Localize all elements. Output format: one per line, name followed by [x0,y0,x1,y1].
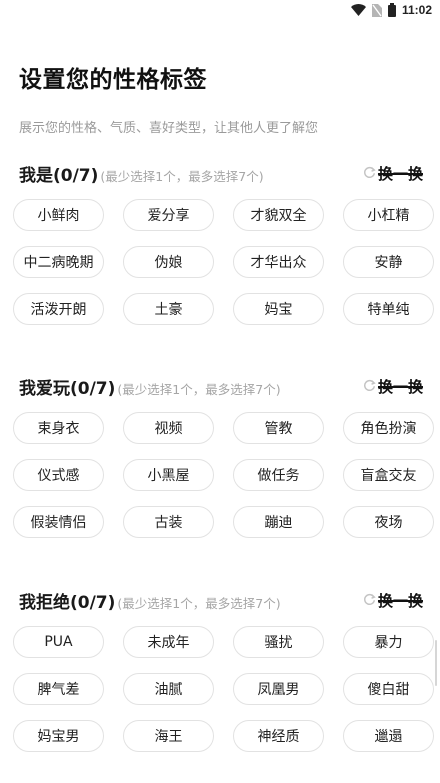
section-i-reject: 我拒绝(0/7) (最少选择1个，最多选择7个) 换一换 PUA 未成年 骚扰 暴… [0,584,440,752]
page-title: 设置您的性格标签 [19,67,207,93]
section-title-text: 我是(0/7) [19,166,99,186]
section-title: 我是(0/7) (最少选择1个，最多选择7个) [19,161,264,186]
tag-chip[interactable]: 暴力 [343,626,434,658]
tag-chip[interactable]: 凤凰男 [233,673,324,705]
refresh-button[interactable]: 换一换 [363,590,423,611]
section-i-am: 我是(0/7) (最少选择1个，最多选择7个) 换一换 小鲜肉 爱分享 才貌双全 … [0,157,440,325]
refresh-button[interactable]: 换一换 [363,376,423,397]
section-hint: (最少选择1个，最多选择7个) [100,169,264,184]
tag-chip[interactable]: 脾气差 [13,673,104,705]
tag-chip[interactable]: 伪娘 [123,246,214,278]
tag-chip[interactable]: 神经质 [233,720,324,752]
section-i-like: 我爱玩(0/7) (最少选择1个，最多选择7个) 换一换 束身衣 视频 管教 角色… [0,370,440,538]
tag-chip[interactable]: 特单纯 [343,293,434,325]
tag-grid: PUA 未成年 骚扰 暴力 脾气差 油腻 凤凰男 傻白甜 妈宝男 海王 神经质 … [13,626,434,752]
status-icons: 11:02 [350,2,432,18]
refresh-label: 换一换 [377,378,423,396]
section-title: 我拒绝(0/7) (最少选择1个，最多选择7个) [19,588,281,613]
tag-chip[interactable]: 安静 [343,246,434,278]
tag-chip[interactable]: 活泼开朗 [13,293,104,325]
tag-chip[interactable]: 角色扮演 [343,412,434,444]
tag-chip[interactable]: 海王 [123,720,214,752]
tag-chip[interactable]: 蹦迪 [233,506,324,538]
refresh-icon [363,377,376,396]
refresh-icon [363,591,376,610]
tag-chip[interactable]: 夜场 [343,506,434,538]
tag-chip[interactable]: 仪式感 [13,459,104,491]
status-bar: 11:02 [0,0,440,22]
tag-chip[interactable]: 小鲜肉 [13,199,104,231]
tag-chip[interactable]: 束身衣 [13,412,104,444]
tag-chip[interactable]: 中二病晚期 [13,246,104,278]
tag-chip[interactable]: 才华出众 [233,246,324,278]
page-subtitle: 展示您的性格、气质、喜好类型，让其他人更了解您 [19,121,319,136]
tag-chip[interactable]: 小黑屋 [123,459,214,491]
status-time: 11:02 [401,3,432,17]
tag-chip[interactable]: 邋遢 [343,720,434,752]
tag-chip[interactable]: 管教 [233,412,324,444]
tag-chip[interactable]: 骚扰 [233,626,324,658]
tag-chip[interactable]: 视频 [123,412,214,444]
battery-icon [387,3,396,17]
tag-chip[interactable]: 才貌双全 [233,199,324,231]
tag-grid: 束身衣 视频 管教 角色扮演 仪式感 小黑屋 做任务 盲盒交友 假装情侣 古装 … [13,412,434,538]
section-title: 我爱玩(0/7) (最少选择1个，最多选择7个) [19,374,281,399]
no-sim-icon [371,3,382,17]
scrollbar-thumb[interactable] [435,640,437,686]
tag-chip[interactable]: 油腻 [123,673,214,705]
refresh-button[interactable]: 换一换 [363,163,423,184]
tag-chip[interactable]: 妈宝男 [13,720,104,752]
refresh-label: 换一换 [377,165,423,183]
tag-chip[interactable]: 古装 [123,506,214,538]
section-hint: (最少选择1个，最多选择7个) [117,596,281,611]
tag-chip[interactable]: 妈宝 [233,293,324,325]
tag-chip[interactable]: 小杠精 [343,199,434,231]
tag-chip[interactable]: PUA [13,626,104,658]
tag-chip[interactable]: 爱分享 [123,199,214,231]
section-header: 我是(0/7) (最少选择1个，最多选择7个) 换一换 [0,157,440,187]
section-title-text: 我爱玩(0/7) [19,379,116,399]
section-header: 我爱玩(0/7) (最少选择1个，最多选择7个) 换一换 [0,370,440,400]
tag-chip[interactable]: 假装情侣 [13,506,104,538]
tag-grid: 小鲜肉 爱分享 才貌双全 小杠精 中二病晚期 伪娘 才华出众 安静 活泼开朗 土… [13,199,434,325]
tag-chip[interactable]: 做任务 [233,459,324,491]
tag-chip[interactable]: 盲盒交友 [343,459,434,491]
tag-chip[interactable]: 未成年 [123,626,214,658]
wifi-icon [350,4,366,16]
section-hint: (最少选择1个，最多选择7个) [117,382,281,397]
section-header: 我拒绝(0/7) (最少选择1个，最多选择7个) 换一换 [0,584,440,614]
tag-chip[interactable]: 土豪 [123,293,214,325]
refresh-label: 换一换 [377,592,423,610]
tag-chip[interactable]: 傻白甜 [343,673,434,705]
refresh-icon [363,164,376,183]
section-title-text: 我拒绝(0/7) [19,593,116,613]
